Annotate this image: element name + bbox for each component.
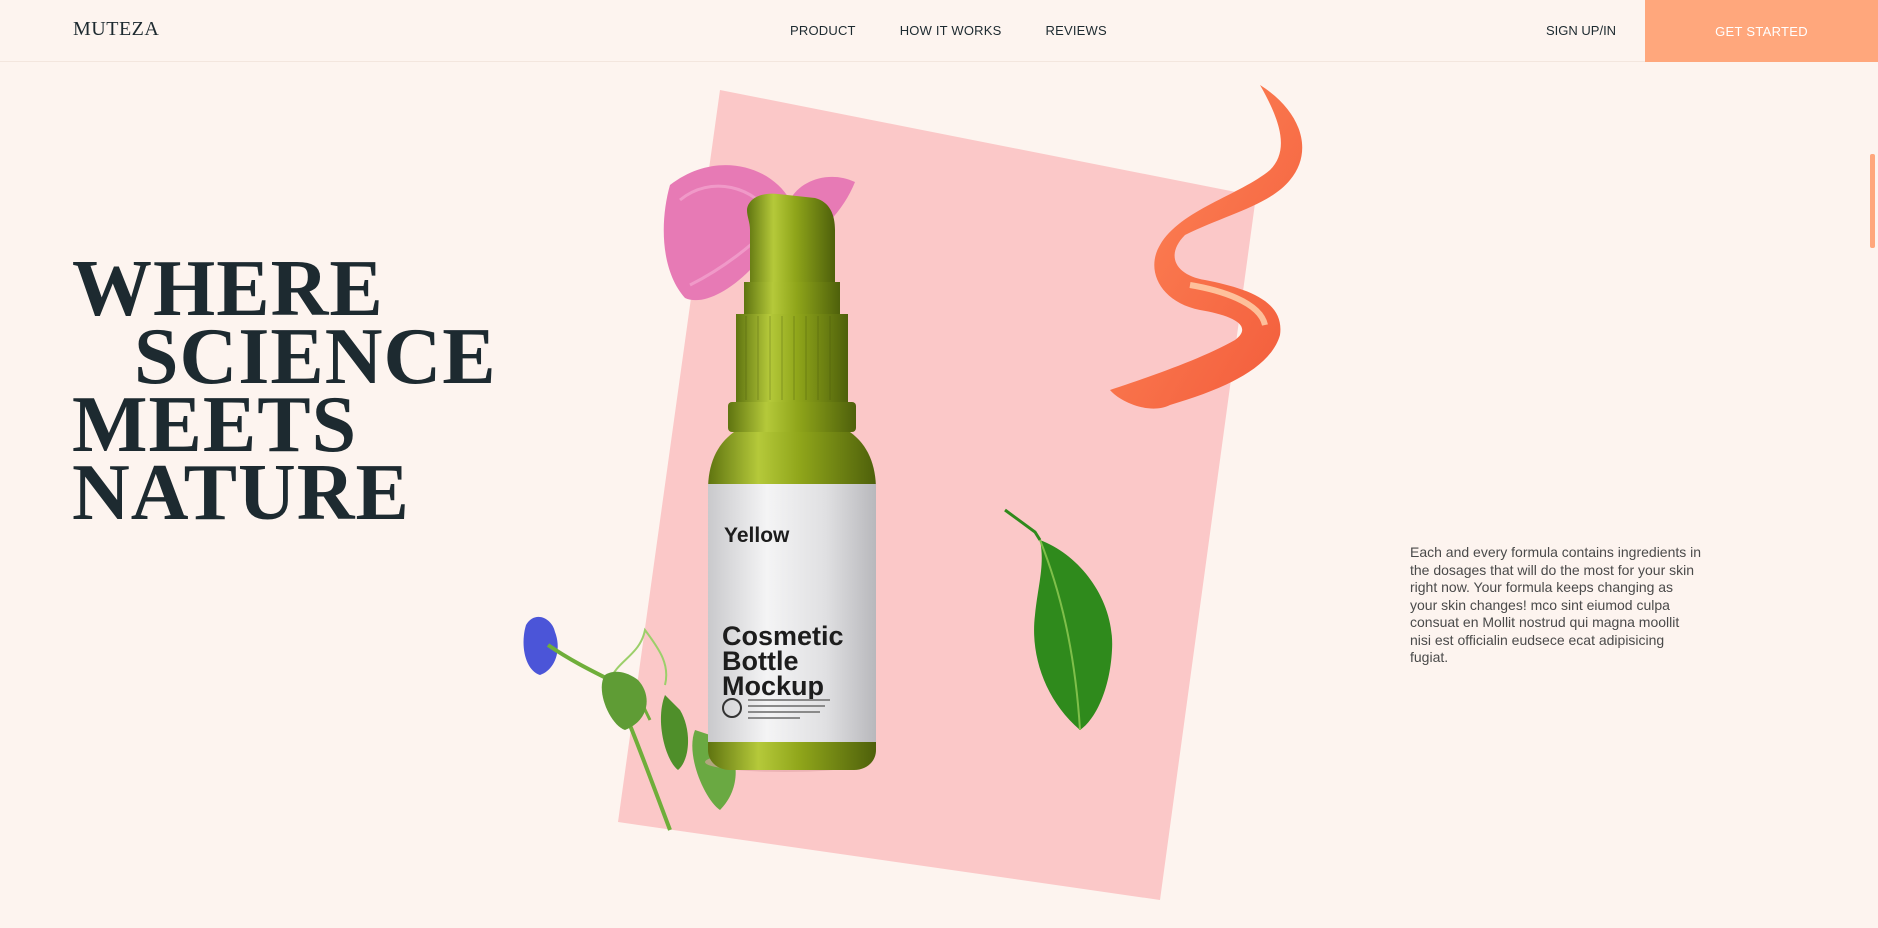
nav-product[interactable]: PRODUCT xyxy=(790,23,856,38)
bottle-pump-nozzle xyxy=(747,193,835,282)
bottle-cap-ridged xyxy=(736,314,848,402)
hero-product-illustration: Yellow Cosmetic Bottle Mockup xyxy=(523,85,1303,900)
nav-reviews[interactable]: REVIEWS xyxy=(1046,23,1107,38)
bottle-label xyxy=(708,484,876,742)
main-nav: PRODUCT HOW IT WORKS REVIEWS xyxy=(790,23,1107,38)
headline-line-4: NATURE xyxy=(72,449,410,537)
hero-headline: WHERE SCIENCE MEETS NATURE xyxy=(72,249,497,537)
scroll-indicator[interactable] xyxy=(1870,154,1875,248)
bottle-label-top: Yellow xyxy=(724,524,790,547)
hero-description: Each and every formula contains ingredie… xyxy=(1410,544,1702,665)
nav-how-it-works[interactable]: HOW IT WORKS xyxy=(900,23,1002,38)
top-navigation: MUTEZA PRODUCT HOW IT WORKS REVIEWS SIGN… xyxy=(0,0,1878,62)
bottle-label-line-3: Mockup xyxy=(722,671,824,701)
signin-link[interactable]: SIGN UP/IN xyxy=(1546,23,1616,38)
get-started-button[interactable]: GET STARTED xyxy=(1645,0,1878,62)
bottle-neck-ring xyxy=(728,402,856,432)
bottle-collar-top xyxy=(744,282,840,314)
brand-logo[interactable]: MUTEZA xyxy=(73,18,159,41)
